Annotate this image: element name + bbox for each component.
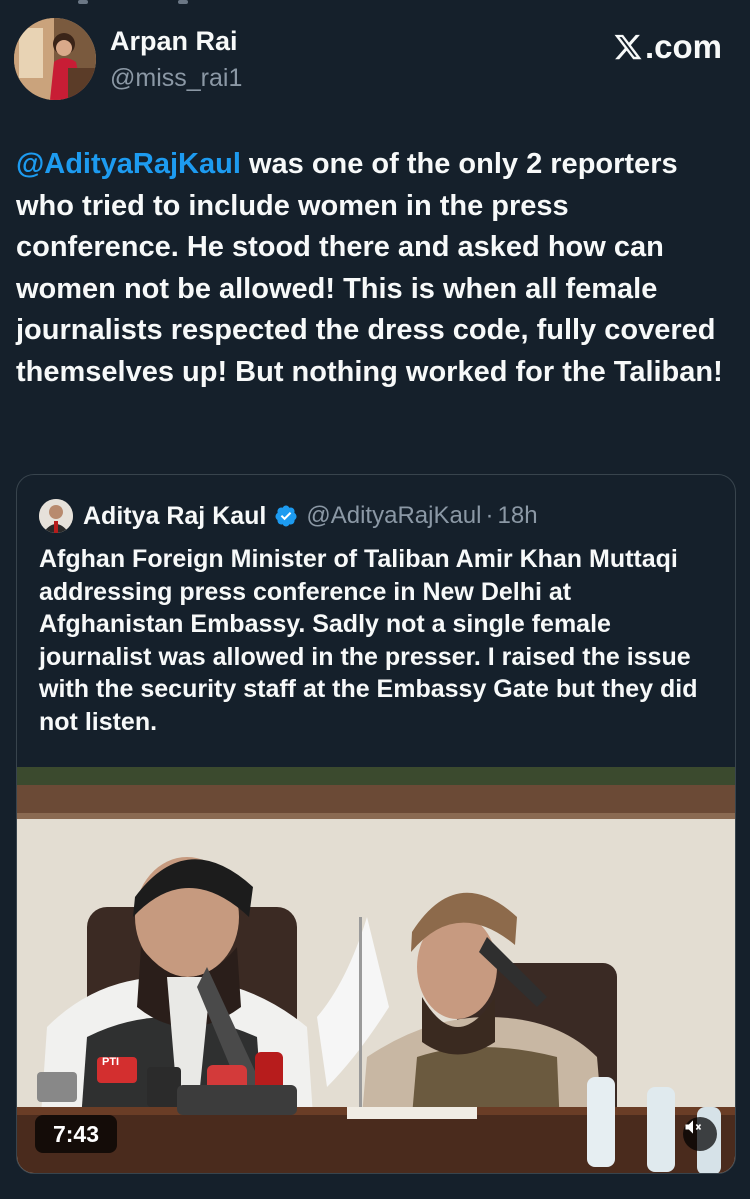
- quoted-timestamp[interactable]: 18h: [498, 502, 538, 530]
- quoted-author-handle[interactable]: @AdityaRajKaul: [306, 502, 481, 530]
- quoted-tweet-text: Afghan Foreign Minister of Taliban Amir …: [39, 545, 698, 736]
- brand-label: .com: [644, 28, 722, 65]
- cut-off-text: [178, 0, 188, 4]
- tweet-header: Arpan Rai @miss_rai1 .com: [14, 18, 736, 102]
- cut-off-text: [78, 0, 88, 4]
- avatar-photo-icon: [14, 18, 96, 100]
- author-handle[interactable]: @miss_rai1: [110, 64, 242, 93]
- mention-link[interactable]: @AdityaRajKaul: [16, 148, 241, 180]
- quoted-tweet-card[interactable]: Aditya Raj Kaul @AdityaRajKaul · 18h Afg…: [16, 474, 736, 1174]
- speaker-muted-icon: [685, 1120, 702, 1134]
- author-display-name[interactable]: Arpan Rai: [110, 26, 238, 57]
- author-avatar[interactable]: [14, 18, 96, 100]
- video-duration-badge: 7:43: [35, 1115, 117, 1153]
- quoted-author-name[interactable]: Aditya Raj Kaul: [83, 502, 266, 531]
- avatar-photo-icon: [39, 499, 73, 533]
- mute-button[interactable]: [683, 1117, 717, 1151]
- quoted-tweet-header: Aditya Raj Kaul @AdityaRajKaul · 18h: [39, 499, 538, 533]
- video-thumbnail: [17, 767, 735, 1173]
- bottom-edge: [0, 1190, 750, 1199]
- quoted-author-avatar[interactable]: [39, 499, 73, 533]
- pti-mic-label: PTI: [102, 1056, 119, 1068]
- tweet-text: was one of the only 2 reporters who trie…: [16, 148, 723, 388]
- tweet-body: @AdityaRajKaul was one of the only 2 rep…: [16, 144, 734, 393]
- meta-separator: ·: [485, 502, 494, 529]
- verified-badge-icon: [275, 505, 297, 527]
- brand-watermark: .com: [613, 28, 722, 66]
- pti-mic-flag: PTI: [102, 1056, 119, 1068]
- top-edge: [0, 0, 750, 6]
- x-logo-icon: [614, 34, 642, 60]
- video-player[interactable]: PTI 7:43: [17, 767, 735, 1173]
